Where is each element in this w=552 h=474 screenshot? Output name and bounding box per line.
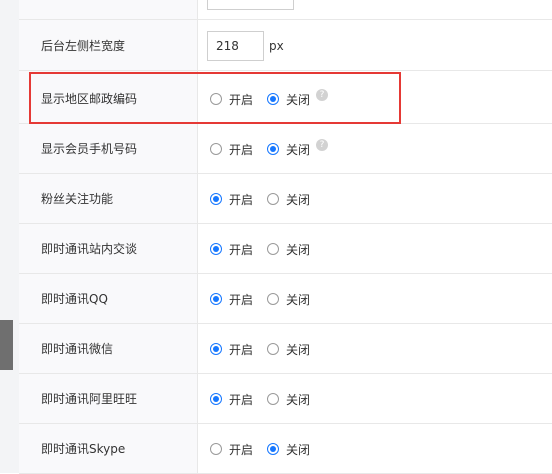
help-question-icon[interactable]: ? <box>316 89 329 101</box>
setting-control: 开启 关闭? <box>210 74 329 124</box>
radio-off-button[interactable] <box>267 293 280 305</box>
radio-on-button[interactable] <box>210 93 222 105</box>
radio-option-off[interactable]: 关闭 <box>267 341 310 358</box>
radio-option-off[interactable]: 关闭 <box>267 191 310 208</box>
radio-off-label: 关闭 <box>286 92 311 107</box>
setting-label: 即时通讯阿里旺旺 <box>41 392 138 406</box>
radio-option-on[interactable]: 开启 <box>210 191 253 208</box>
setting-label: 显示地区邮政编码 <box>41 92 138 106</box>
radio-option-on[interactable]: 开启 <box>210 241 253 258</box>
radio-on-button[interactable] <box>210 193 222 205</box>
settings-row: 后台左侧栏宽度 px <box>19 21 552 71</box>
settings-row: 即时通讯站内交谈 开启 关闭 <box>19 224 552 274</box>
setting-control: 开启 关闭 <box>210 424 324 474</box>
radio-on-label: 开启 <box>229 342 254 357</box>
setting-control: 开启 关闭 <box>210 374 324 424</box>
radio-on-button[interactable] <box>210 343 222 355</box>
setting-label: 即时通讯站内交谈 <box>41 242 138 256</box>
radio-option-off[interactable]: 关闭 <box>267 91 310 108</box>
radio-off-button[interactable] <box>267 193 280 205</box>
setting-control: 开启 关闭 <box>210 224 324 274</box>
radio-on-label: 开启 <box>229 142 254 157</box>
setting-label: 粉丝关注功能 <box>41 192 114 206</box>
radio-on-label: 开启 <box>229 292 254 307</box>
radio-option-off[interactable]: 关闭 <box>267 291 310 308</box>
sidebar-active-band <box>0 320 13 370</box>
radio-option-on[interactable]: 开启 <box>210 141 253 158</box>
setting-control: 开启 关闭 <box>210 274 324 324</box>
radio-on-button[interactable] <box>210 143 222 155</box>
help-question-icon[interactable]: ? <box>316 139 329 151</box>
radio-option-on[interactable]: 开启 <box>210 391 253 408</box>
setting-control: 开启 关闭 <box>210 174 324 224</box>
radio-off-button[interactable] <box>267 93 280 105</box>
radio-on-button[interactable] <box>210 293 222 305</box>
radio-on-label: 开启 <box>229 442 254 457</box>
radio-off-label: 关闭 <box>286 342 311 357</box>
radio-option-on[interactable]: 开启 <box>210 441 253 458</box>
settings-row: 即时通讯QQ 开启 关闭 <box>19 274 552 324</box>
radio-off-button[interactable] <box>267 143 280 155</box>
radio-off-button[interactable] <box>267 393 280 405</box>
setting-control: px <box>207 21 284 71</box>
radio-off-button[interactable] <box>267 443 280 455</box>
setting-label: 即时通讯QQ <box>41 292 108 306</box>
settings-row: 显示会员手机号码 开启 关闭? <box>19 124 552 174</box>
radio-on-button[interactable] <box>210 443 222 455</box>
previous-field-input[interactable] <box>207 0 294 10</box>
setting-label: 显示会员手机号码 <box>41 142 138 156</box>
setting-label: 即时通讯Skype <box>41 442 126 456</box>
radio-off-label: 关闭 <box>286 292 311 307</box>
radio-on-button[interactable] <box>210 393 222 405</box>
setting-control: 开启 关闭 <box>210 324 324 374</box>
sidebar-width-input[interactable] <box>207 31 264 61</box>
radio-on-label: 开启 <box>229 92 254 107</box>
unit-label: px <box>269 39 284 53</box>
radio-on-label: 开启 <box>229 392 254 407</box>
radio-off-label: 关闭 <box>286 392 311 407</box>
settings-row: 粉丝关注功能 开启 关闭 <box>19 174 552 224</box>
settings-row: 即时通讯Skype 开启 关闭 <box>19 424 552 474</box>
setting-label: 即时通讯微信 <box>41 342 114 356</box>
settings-row: 即时通讯阿里旺旺 开启 关闭 <box>19 374 552 424</box>
setting-label: 后台左侧栏宽度 <box>41 39 126 53</box>
radio-option-off[interactable]: 关闭 <box>267 141 310 158</box>
left-sidebar <box>0 0 19 473</box>
radio-option-off[interactable]: 关闭 <box>267 391 310 408</box>
radio-option-off[interactable]: 关闭 <box>267 441 310 458</box>
radio-on-label: 开启 <box>229 242 254 257</box>
radio-off-label: 关闭 <box>286 442 311 457</box>
radio-on-button[interactable] <box>210 243 222 255</box>
settings-row: 即时通讯微信 开启 关闭 <box>19 324 552 374</box>
radio-option-on[interactable]: 开启 <box>210 291 253 308</box>
settings-panel: 后台左侧栏宽度px显示地区邮政编码开启关闭?显示会员手机号码开启关闭?粉丝关注功… <box>19 0 552 474</box>
radio-option-on[interactable]: 开启 <box>210 91 253 108</box>
radio-off-button[interactable] <box>267 343 280 355</box>
radio-option-on[interactable]: 开启 <box>210 341 253 358</box>
setting-control: 开启 关闭? <box>210 124 329 174</box>
radio-off-label: 关闭 <box>286 142 311 157</box>
radio-option-off[interactable]: 关闭 <box>267 241 310 258</box>
settings-row: 显示地区邮政编码 开启 关闭? <box>19 74 552 124</box>
radio-on-label: 开启 <box>229 192 254 207</box>
radio-off-label: 关闭 <box>286 242 311 257</box>
radio-off-button[interactable] <box>267 243 280 255</box>
radio-off-label: 关闭 <box>286 192 311 207</box>
